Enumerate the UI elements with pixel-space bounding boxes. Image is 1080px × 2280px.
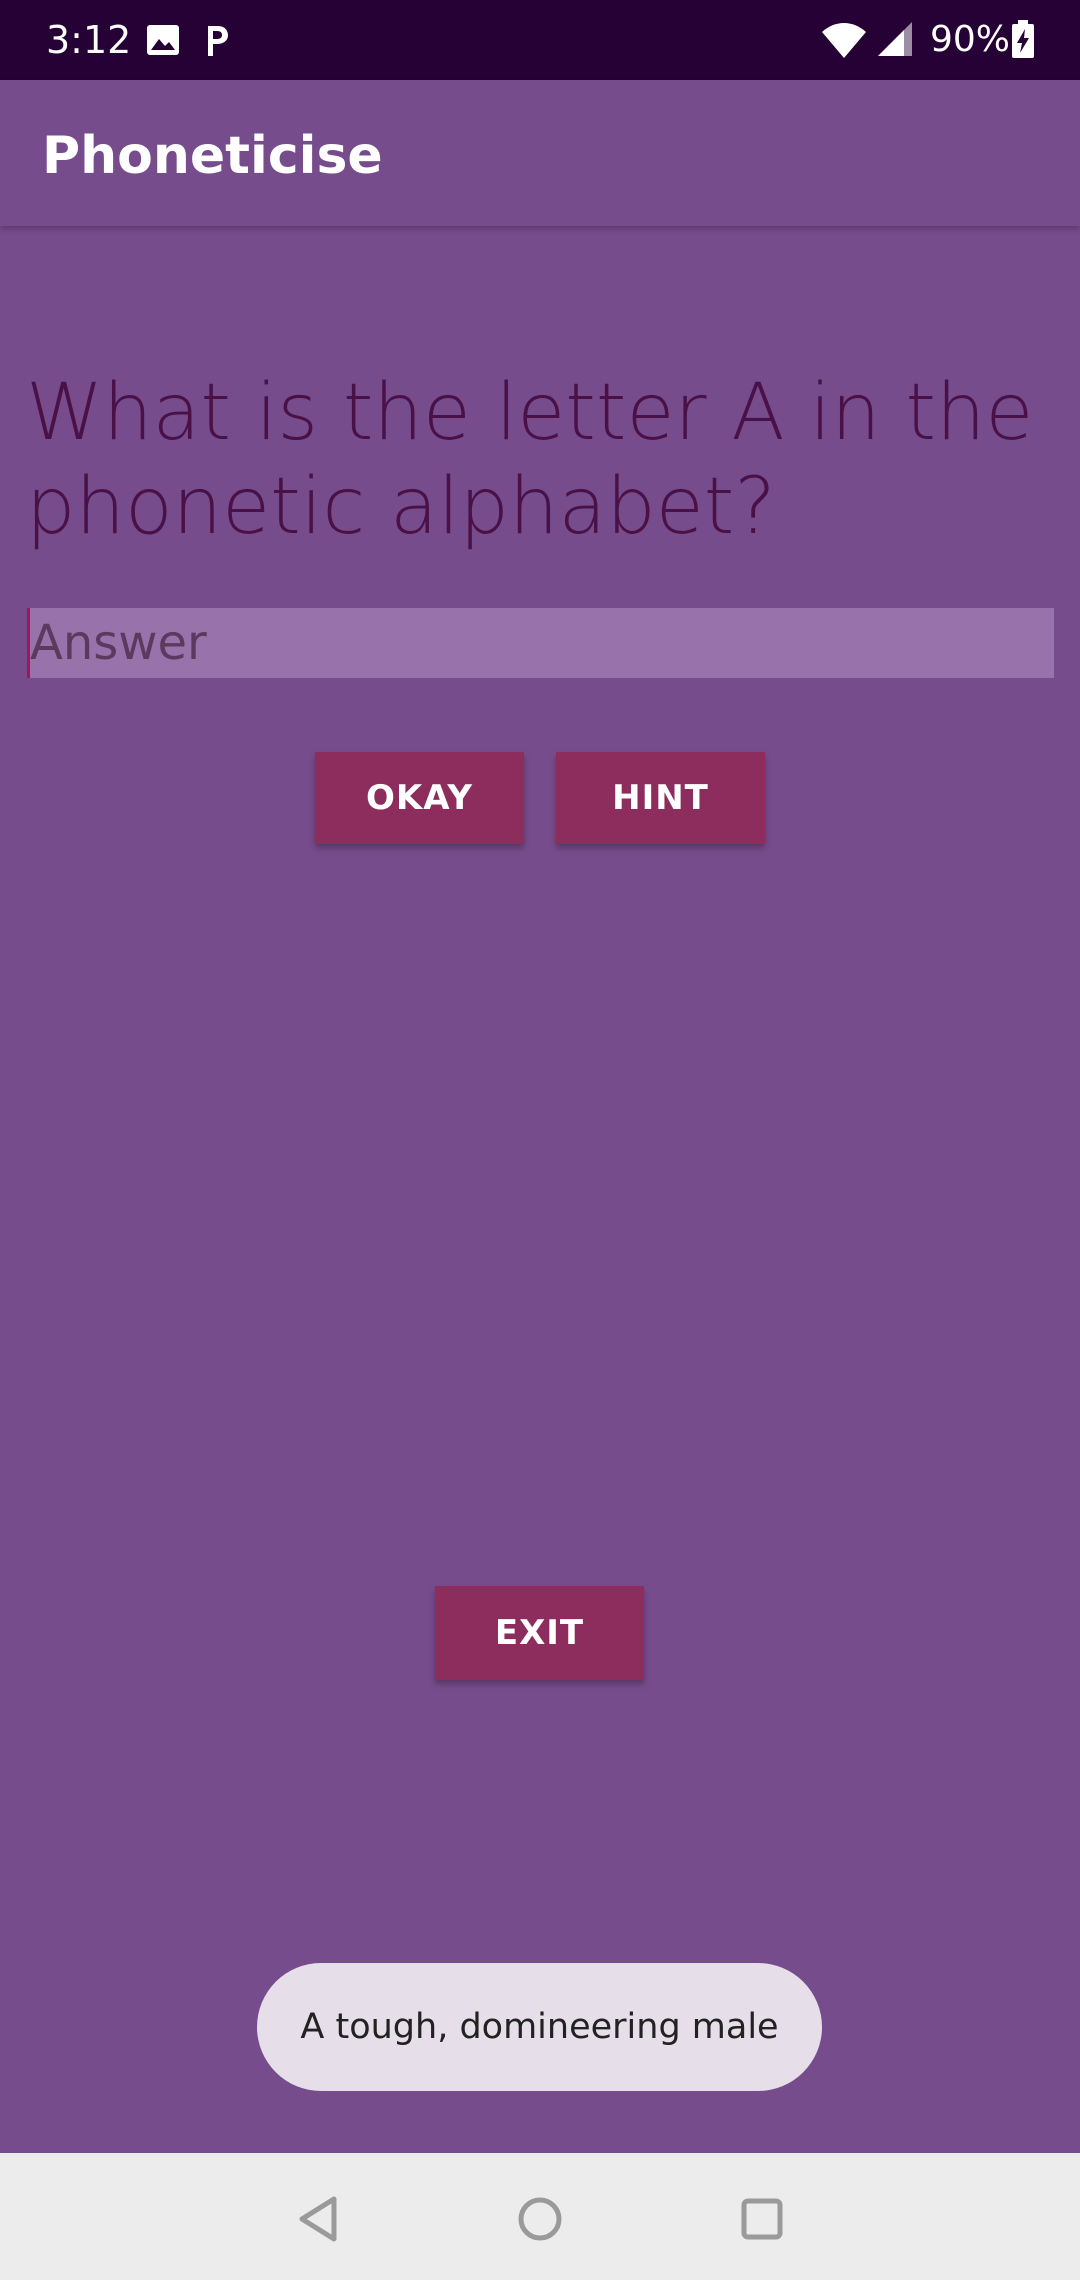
answer-input[interactable] [27, 608, 1054, 678]
app-bar: Phoneticise [0, 80, 1080, 226]
signal-icon [876, 20, 916, 60]
battery-percent: 90% [930, 19, 1011, 60]
okay-button[interactable]: OKAY [315, 752, 524, 844]
hint-toast: A tough, domineering male [257, 1963, 822, 2091]
hint-button[interactable]: HINT [556, 752, 765, 844]
toast-message: A tough, domineering male [300, 2007, 779, 2047]
back-icon[interactable] [290, 2189, 350, 2249]
image-icon [143, 20, 183, 60]
home-icon[interactable] [510, 2189, 570, 2249]
status-bar: 3:12 90% [0, 0, 1080, 80]
parking-icon [196, 20, 236, 60]
question-text: What is the letter A in the phonetic alp… [26, 368, 1034, 552]
wifi-icon [820, 20, 868, 60]
status-time: 3:12 [46, 18, 132, 62]
navigation-bar [0, 2153, 1080, 2280]
app-title: Phoneticise [42, 126, 383, 186]
exit-button[interactable]: EXIT [435, 1586, 644, 1680]
battery-charging-icon [1010, 20, 1036, 60]
recents-icon[interactable] [732, 2189, 792, 2249]
